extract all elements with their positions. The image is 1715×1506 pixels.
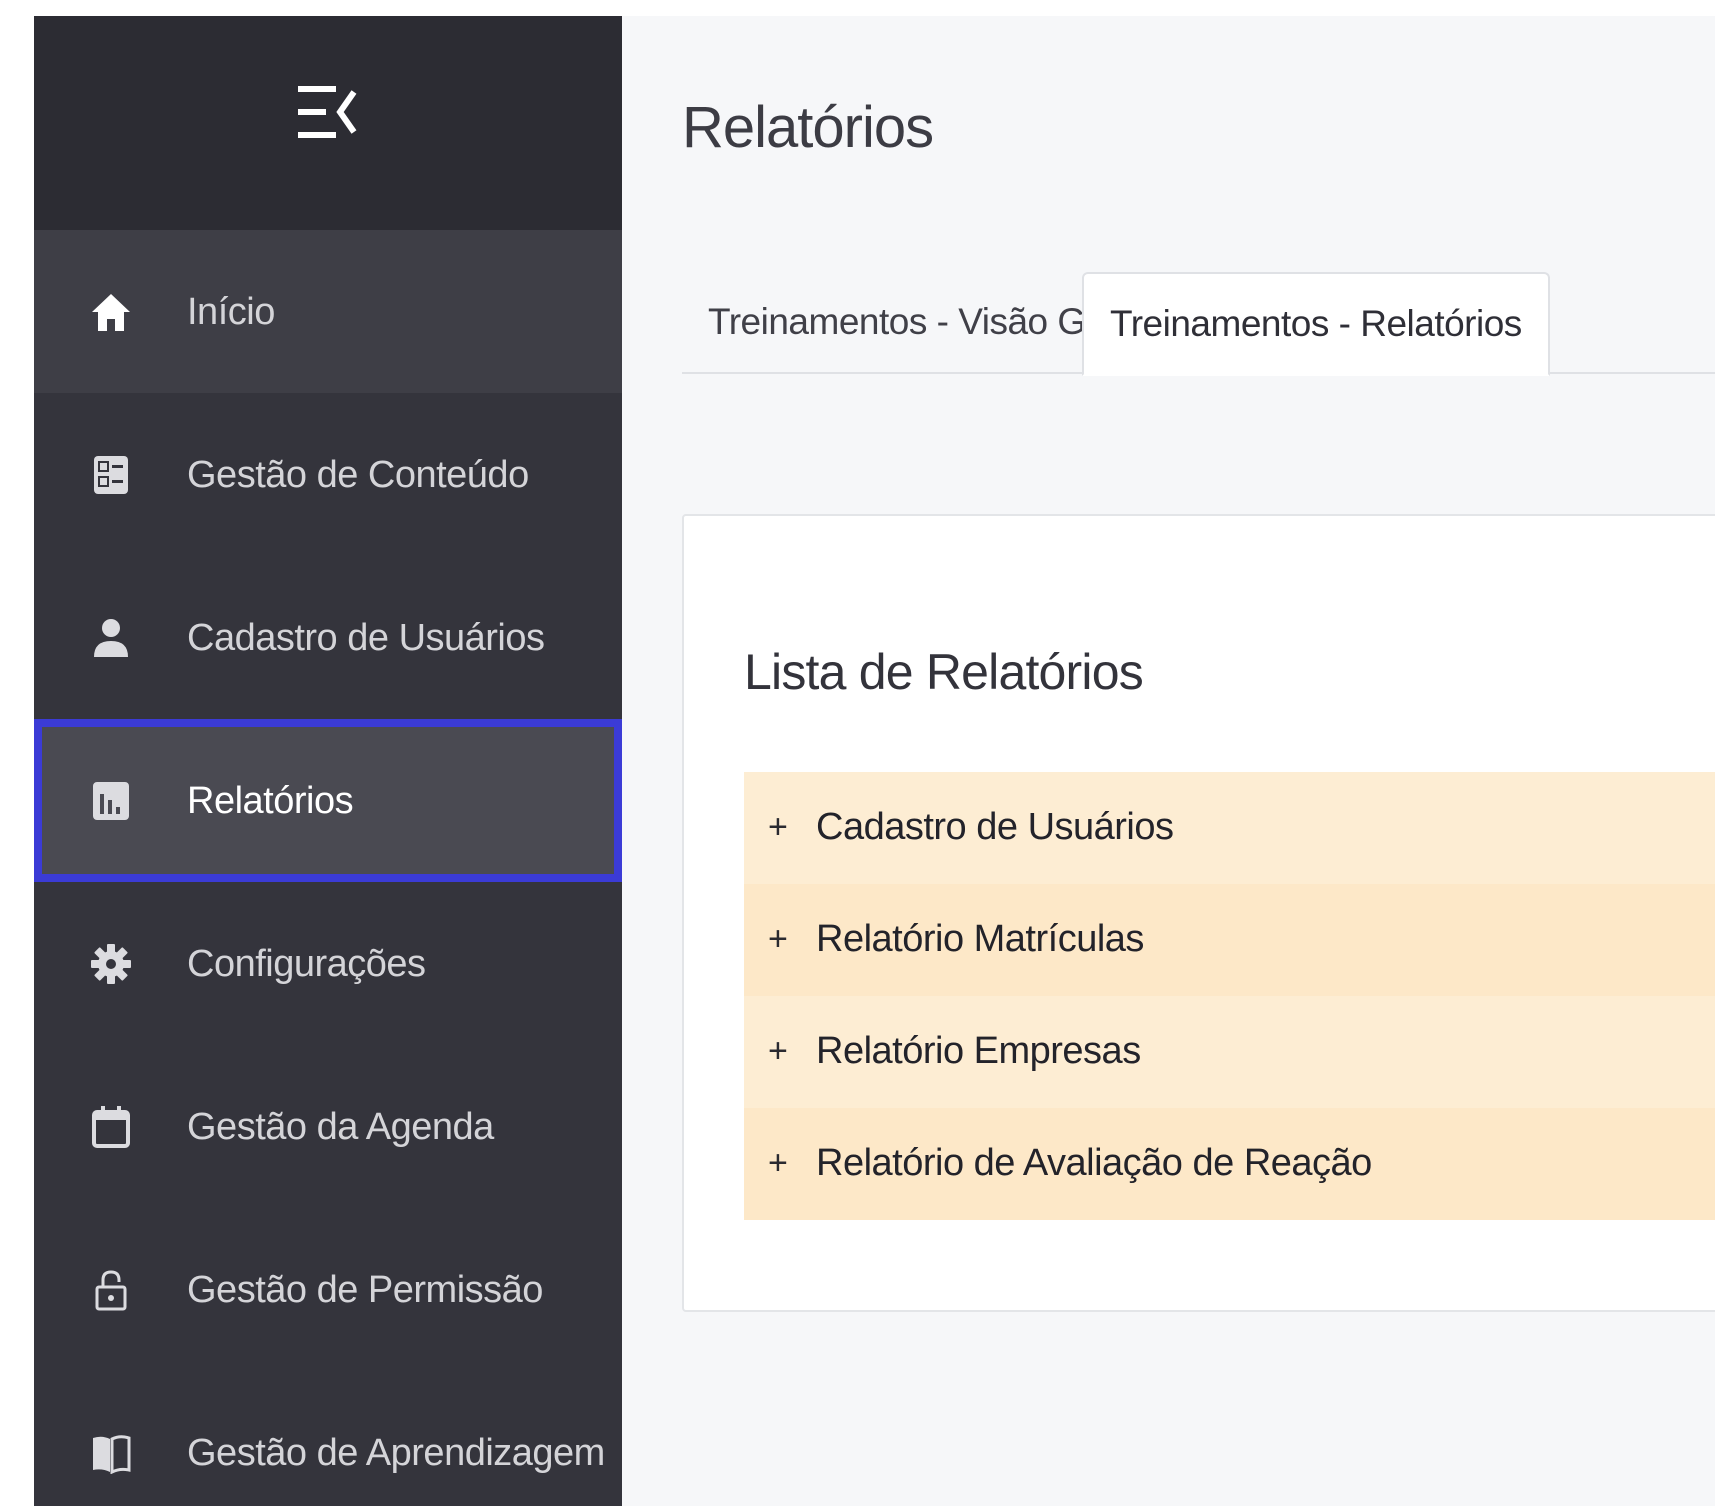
page-title: Relatórios: [682, 95, 934, 160]
report-item-label: Relatório Empresas: [816, 1030, 1141, 1072]
book-icon: [90, 1432, 132, 1475]
report-list: + Cadastro de Usuários + Relatório Matrí…: [744, 772, 1715, 1220]
sidebar-header: [34, 16, 622, 230]
sidebar-item-relatorios[interactable]: Relatórios: [34, 719, 622, 882]
expand-icon: +: [768, 1144, 788, 1182]
expand-icon: +: [768, 920, 788, 958]
sidebar-item-configuracoes[interactable]: Configurações: [34, 882, 622, 1045]
main-content: Relatórios Treinamentos - Visão Geral Tr…: [622, 16, 1715, 1506]
sidebar-item-label: Gestão de Aprendizagem: [187, 1432, 605, 1474]
content-list-icon: [90, 454, 132, 496]
sidebar: Início Gestão de Conteúdo Cadastro de Us…: [34, 16, 622, 1506]
menu-collapse-icon[interactable]: [296, 80, 360, 144]
sidebar-item-label: Cadastro de Usuários: [187, 617, 545, 659]
card-title: Lista de Relatórios: [744, 644, 1144, 700]
sidebar-item-label: Gestão de Permissão: [187, 1269, 543, 1311]
tab-bar: Treinamentos - Visão Geral Treinamentos …: [682, 272, 1715, 376]
report-item-cadastro-usuarios[interactable]: + Cadastro de Usuários: [744, 772, 1715, 884]
bar-chart-icon: [90, 780, 132, 822]
sidebar-item-inicio[interactable]: Início: [34, 230, 622, 393]
sidebar-item-gestao-aprendizagem[interactable]: Gestão de Aprendizagem: [34, 1371, 622, 1506]
report-list-card: Lista de Relatórios + Cadastro de Usuári…: [682, 514, 1715, 1312]
lock-icon: [90, 1269, 132, 1311]
tab-relatorios[interactable]: Treinamentos - Relatórios: [1082, 272, 1550, 376]
report-item-label: Cadastro de Usuários: [816, 806, 1174, 848]
sidebar-item-label: Gestão de Conteúdo: [187, 454, 529, 496]
sidebar-item-label: Configurações: [187, 943, 426, 985]
sidebar-item-gestao-conteudo[interactable]: Gestão de Conteúdo: [34, 393, 622, 556]
sidebar-item-label: Gestão da Agenda: [187, 1106, 494, 1148]
calendar-icon: [90, 1106, 132, 1148]
gear-icon: [90, 943, 132, 985]
sidebar-item-cadastro-usuarios[interactable]: Cadastro de Usuários: [34, 556, 622, 719]
expand-icon: +: [768, 1032, 788, 1070]
report-item-matriculas[interactable]: + Relatório Matrículas: [744, 884, 1715, 996]
expand-icon: +: [768, 808, 788, 846]
app-frame: Início Gestão de Conteúdo Cadastro de Us…: [34, 16, 1715, 1506]
sidebar-item-gestao-agenda[interactable]: Gestão da Agenda: [34, 1045, 622, 1208]
user-icon: [90, 617, 132, 659]
report-item-label: Relatório de Avaliação de Reação: [816, 1142, 1372, 1184]
sidebar-item-label: Início: [187, 291, 275, 333]
sidebar-item-gestao-permissao[interactable]: Gestão de Permissão: [34, 1208, 622, 1371]
report-item-avaliacao-reacao[interactable]: + Relatório de Avaliação de Reação: [744, 1108, 1715, 1220]
report-item-label: Relatório Matrículas: [816, 918, 1144, 960]
report-item-empresas[interactable]: + Relatório Empresas: [744, 996, 1715, 1108]
sidebar-item-label: Relatórios: [187, 780, 354, 822]
home-icon: [90, 291, 132, 333]
